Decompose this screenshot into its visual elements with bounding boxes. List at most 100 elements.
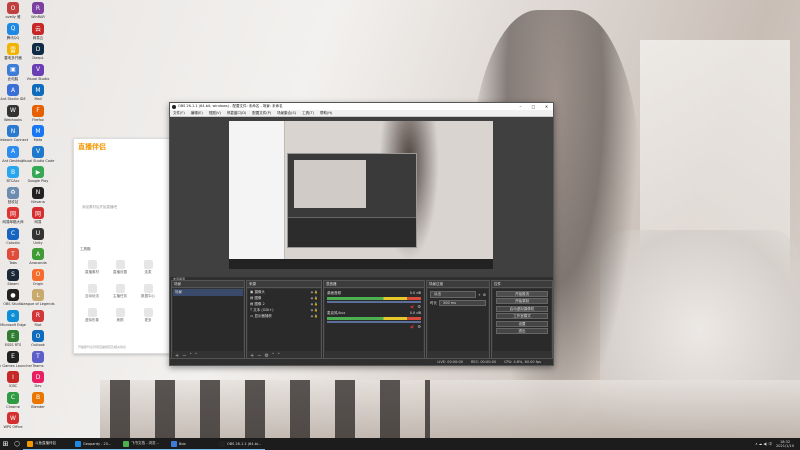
tool-item[interactable]: 连麦 <box>135 258 161 280</box>
lock-icon[interactable]: 🔓 <box>314 302 318 306</box>
preview-area[interactable] <box>170 117 553 277</box>
menu-item[interactable]: 编辑(E) <box>191 111 203 116</box>
menu-item[interactable]: 视图(V) <box>209 111 221 116</box>
volume-slider[interactable] <box>327 321 421 323</box>
eye-icon[interactable]: ◉ <box>311 308 314 312</box>
desktop-icon-label: ESSS RTS <box>4 343 22 347</box>
desktop-icon-label: Chrome <box>6 404 20 409</box>
desktop-icon-label: 网易邮箱大师 <box>2 220 24 224</box>
tool-icon <box>115 284 125 293</box>
menu-item[interactable]: 配置文件(P) <box>252 111 271 116</box>
desktop-icon[interactable]: W WPS Office <box>1 412 25 436</box>
tool-item[interactable]: 数据中心 <box>135 282 161 304</box>
scenes-list[interactable]: 场景 <box>173 289 243 351</box>
desktop-icon-label: ovelly 雅 <box>5 15 21 19</box>
tool-label: 更多 <box>144 318 152 322</box>
source-type-icon: ▤ <box>250 295 254 300</box>
obs-titlebar[interactable]: OBS 26.1.1 (64-bit, windows) - 配置文件: 未命名… <box>170 103 553 110</box>
control-button[interactable]: 退出 <box>496 328 548 334</box>
tray-icons[interactable]: ∧ ☁ ◀) 中 <box>755 442 772 447</box>
duration-label: 时长 <box>430 300 437 305</box>
app-icon: W <box>7 104 19 117</box>
menu-bar: 文件(F) 编辑(E) 视图(V) 停靠窗口(D) 配置文件(P) 场景集合(S) 工具(T… <box>170 110 553 117</box>
taskbar-app[interactable]: 斗鱼直播伴侣 <box>23 438 71 450</box>
gear-icon[interactable]: ⚙ <box>483 293 486 297</box>
tool-item[interactable]: 主播任务 <box>107 282 133 304</box>
tool-item[interactable]: 直播素材 <box>79 258 105 280</box>
volume-meter <box>327 317 421 320</box>
gear-icon[interactable]: ⚙ <box>417 324 421 329</box>
lock-icon[interactable]: 🔓 <box>314 296 318 300</box>
transition-select[interactable]: 淡出 <box>430 291 476 298</box>
source-type-icon: T <box>250 307 253 312</box>
tool-item[interactable]: 虚拟形象 <box>79 306 105 328</box>
eye-icon[interactable]: ◉ <box>311 302 314 306</box>
taskbar-app[interactable]: OBS 26.1.1 (64-bi... <box>215 438 266 450</box>
live-companion-window[interactable]: 直播伴侣 添加素材后开始直播吧 工具箱 直播素材 直播设置 连麦 互动玩法 主播任务 数据… <box>73 138 171 354</box>
app-icon: O <box>32 330 44 342</box>
menu-item[interactable]: 帮助(H) <box>320 111 332 116</box>
gear-icon[interactable]: ⚙ <box>417 304 421 309</box>
desktop-icon-label: Dev <box>34 384 42 388</box>
volume-slider[interactable] <box>327 301 421 303</box>
taskbar-app[interactable]: Bob <box>167 438 215 450</box>
control-button[interactable]: 工作室模式 <box>496 313 548 319</box>
tool-icon <box>87 284 97 293</box>
channel-name: 麦克风/Aux <box>327 311 346 315</box>
close-button[interactable]: ✕ <box>540 104 553 109</box>
maximize-button[interactable]: □ <box>527 104 540 109</box>
mute-icon[interactable]: ◀) <box>410 324 415 329</box>
desktop-icon-label: Anaconda <box>29 261 47 265</box>
tool-item[interactable]: 更多 <box>135 306 161 328</box>
scene-item[interactable]: 场景 <box>173 289 243 296</box>
add-icon[interactable]: + <box>478 293 481 297</box>
eye-icon[interactable]: ◉ <box>311 290 314 294</box>
empty-hint: 添加素材后开始直播吧 <box>82 205 117 209</box>
desktop-icon-label: OBS Studio <box>3 302 23 306</box>
desktop-icon-label: Google Play <box>27 179 49 183</box>
menu-item[interactable]: 文件(F) <box>173 111 185 116</box>
eye-icon[interactable]: ◉ <box>311 314 314 318</box>
lock-icon[interactable]: 🔓 <box>314 314 318 318</box>
rec-status: REC: 00:00:00 <box>470 360 497 364</box>
desktop-icon-label: Network Connect <box>0 138 29 142</box>
lock-icon[interactable]: 🔓 <box>314 308 318 312</box>
menu-item[interactable]: 场景集合(S) <box>277 111 296 116</box>
desktop-icon-label: Steam <box>7 281 19 286</box>
control-button[interactable]: 启动虚拟摄像机 <box>496 305 548 312</box>
source-item[interactable]: ▭ 显示器捕获 ◉ 🔓 <box>248 313 320 319</box>
mute-icon[interactable]: ◀) <box>410 304 415 309</box>
desktop-icon-label: Origin <box>32 281 44 286</box>
desktop-icon[interactable]: B Blender <box>26 391 50 416</box>
desktop-icon-label: Mail <box>34 97 42 101</box>
search-icon[interactable]: ◯ <box>11 438 23 450</box>
sources-list[interactable]: ▣ 摄像头 ◉ 🔓 ▤ 图像 ◉ 🔓 ▤ 图像 2 ◉ 🔓 T 文本 (GDI+) ◉ 🔓 ▭ … <box>248 289 320 351</box>
taskbar-app[interactable]: Geopardy - 25... <box>71 438 119 450</box>
start-button[interactable]: ⊞ <box>0 438 11 450</box>
control-button[interactable]: 开始推流 <box>496 290 548 297</box>
tool-item[interactable]: 互动玩法 <box>79 282 105 304</box>
obs-window[interactable]: OBS 26.1.1 (64-bit, windows) - 配置文件: 未命名… <box>169 102 554 366</box>
app-icon <box>219 440 225 447</box>
taskbar-app-label: Geopardy - 25... <box>83 441 112 446</box>
lock-icon[interactable]: 🔓 <box>314 290 318 294</box>
desktop-icon-label: WPS Office <box>3 425 23 429</box>
taskbar-app-label: 斗鱼直播伴侣 <box>35 441 56 445</box>
control-button[interactable]: 开始录制 <box>496 298 548 304</box>
control-button[interactable]: 设置 <box>496 320 548 327</box>
duration-field[interactable]: 300 ms <box>439 300 486 306</box>
menu-item[interactable]: 停靠窗口(D) <box>227 111 246 116</box>
menu-item[interactable]: 工具(T) <box>302 111 314 116</box>
desktop-icon-label: Teams <box>32 363 44 368</box>
tool-item[interactable]: 美颜 <box>107 306 133 328</box>
app-icon: T <box>32 350 44 363</box>
minimize-button[interactable]: – <box>514 104 527 109</box>
preview-canvas[interactable] <box>229 121 493 269</box>
clock[interactable]: 18:32 2021/1/10 <box>776 440 794 448</box>
eye-icon[interactable]: ◉ <box>311 296 314 300</box>
channel-name: 桌面音频 <box>327 291 341 295</box>
tool-item[interactable]: 直播设置 <box>107 258 133 280</box>
desktop-icon-label: 雷电多开器 <box>4 56 22 60</box>
desktop-icon-label: Webhooks <box>4 117 22 122</box>
taskbar-app[interactable]: 飞书文档 - 浏览... <box>119 438 167 450</box>
